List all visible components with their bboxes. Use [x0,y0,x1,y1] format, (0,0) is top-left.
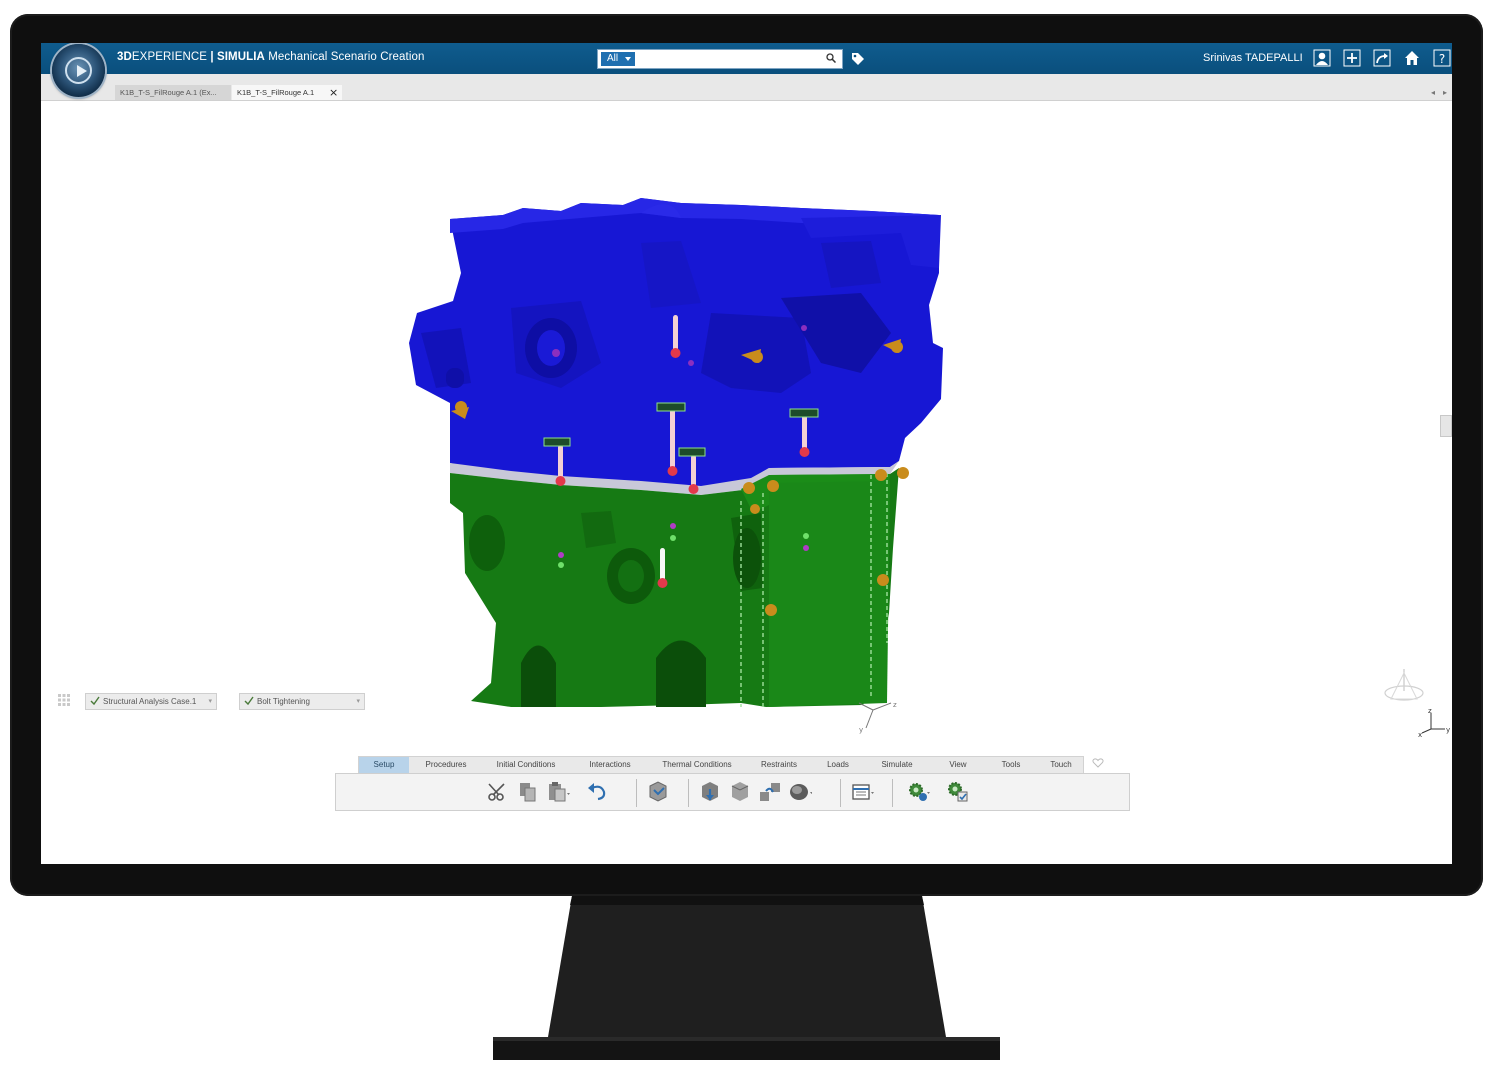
cut-icon[interactable] [486,780,510,804]
tab-view[interactable]: View [933,757,983,773]
tab-loads[interactable]: Loads [815,757,861,773]
chevron-right-icon[interactable]: ▸ [1443,88,1451,98]
simulation-run-icon[interactable] [946,780,970,804]
app-title: 3DEXPERIENCE | SIMULIA Mechanical Scenar… [117,51,425,63]
search-scope-dropdown[interactable]: All [601,52,635,66]
tab-interactions[interactable]: Interactions [573,757,647,773]
svg-text:z: z [893,701,897,709]
simulation-settings-icon[interactable] [906,780,930,804]
top-bar: 3DEXPERIENCE | SIMULIA Mechanical Scenar… [41,43,1452,74]
action-bar-tabs: Setup Procedures Initial Conditions Inte… [358,756,1084,773]
mesh-icon[interactable] [788,780,812,804]
tab-procedures[interactable]: Procedures [413,757,479,773]
user-name[interactable]: Srinivas TADEPALLI [1203,52,1303,64]
viewport-3d[interactable]: z y [41,43,1452,864]
svg-text:y: y [1446,726,1450,734]
model-axis-triad: z y [858,701,897,734]
view-compass-icon[interactable] [1381,665,1427,707]
undo-icon[interactable] [586,780,610,804]
checkmark-icon [244,696,254,706]
checkmark-icon [90,696,100,706]
tab-tools[interactable]: Tools [987,757,1035,773]
tab-document-2[interactable]: K1B_T-S_FilRouge A.1 [232,85,342,100]
tab-document-1[interactable]: K1B_T-S_FilRouge A.1 (Ex... [115,85,231,100]
help-icon[interactable]: ? [1432,48,1452,68]
breadcrumb-analysis-case[interactable]: Structural Analysis Case.1 ▾ [85,693,217,710]
tab-initial-conditions[interactable]: Initial Conditions [483,757,569,773]
favorite-icon[interactable] [1092,757,1104,769]
copy-icon[interactable] [516,780,540,804]
search-icon[interactable] [826,53,836,63]
axis-triad-icon: z y x [1418,707,1450,739]
assembly-icon[interactable] [698,780,722,804]
tab-strip: K1B_T-S_FilRouge A.1 (Ex... K1B_T-S_FilR… [41,74,1452,101]
user-icon[interactable] [1312,48,1332,68]
tab-restraints[interactable]: Restraints [747,757,811,773]
screen: z y 3DEXPERIENCE | SIMULIA Mechanical Sc… [41,43,1452,864]
chevron-down-icon[interactable]: ▾ [208,694,212,709]
svg-text:x: x [1418,731,1422,739]
search-bar[interactable]: All [597,49,843,69]
close-icon[interactable]: × [329,86,338,99]
tab-touch[interactable]: Touch [1039,757,1083,773]
breadcrumb-procedure[interactable]: Bolt Tightening ▾ [239,693,365,710]
share-icon[interactable] [1372,48,1392,68]
svg-text:z: z [1428,707,1432,715]
chevron-left-icon[interactable]: ◂ [1431,88,1439,98]
lower-engine-block[interactable] [450,468,899,707]
tag-icon[interactable] [851,52,865,66]
chevron-down-icon [625,57,631,61]
svg-text:?: ? [1439,52,1445,66]
connection-icon[interactable] [758,780,782,804]
chevron-down-icon[interactable]: ▾ [356,694,360,709]
tab-setup[interactable]: Setup [359,757,409,773]
play-icon [77,65,87,77]
compass-icon[interactable] [52,44,105,97]
part-icon[interactable] [728,780,752,804]
add-icon[interactable] [1342,48,1362,68]
paste-icon[interactable] [546,780,570,804]
display-icon[interactable] [850,780,874,804]
update-icon[interactable] [646,780,670,804]
side-panel-handle[interactable] [1440,415,1452,437]
grid-icon[interactable] [57,693,71,707]
top-toolbar: ? [1312,48,1452,70]
home-icon[interactable] [1402,48,1422,68]
action-bar [335,773,1130,811]
svg-text:y: y [859,726,863,734]
tab-thermal-conditions[interactable]: Thermal Conditions [651,757,743,773]
tab-simulate[interactable]: Simulate [865,757,929,773]
